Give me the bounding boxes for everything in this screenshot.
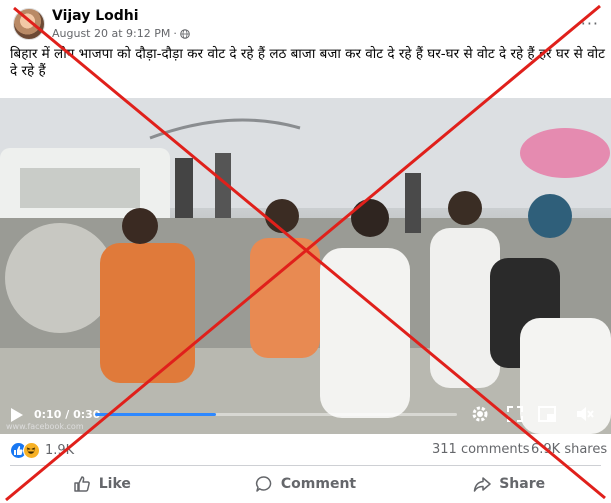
fullscreen-icon[interactable]	[505, 404, 525, 424]
reaction-count: 1.9K	[45, 443, 75, 458]
comments-count[interactable]: 311 comments	[432, 442, 529, 457]
video-time: 0:10 / 0:30	[34, 408, 100, 421]
video-watermark: www.facebook.com	[6, 422, 84, 431]
pip-icon[interactable]	[537, 404, 557, 424]
shares-count[interactable]: 6.9K shares	[531, 442, 607, 457]
volume-icon[interactable]	[575, 404, 595, 424]
progress-fill	[95, 413, 216, 416]
post-timestamp[interactable]: August 20 at 9:12 PM	[52, 27, 170, 40]
settings-icon[interactable]	[470, 404, 490, 424]
time-separator: /	[61, 408, 74, 421]
globe-icon	[180, 28, 190, 39]
progress-bar[interactable]	[95, 413, 457, 416]
more-icon[interactable]: ···	[581, 14, 599, 33]
play-icon[interactable]	[10, 407, 24, 423]
comment-icon	[255, 476, 272, 492]
video-frame	[0, 98, 611, 434]
haha-reaction-icon	[23, 442, 40, 459]
share-icon	[473, 477, 491, 492]
share-button[interactable]: Share	[407, 468, 611, 500]
comment-label: Comment	[280, 476, 357, 492]
avatar[interactable]	[13, 8, 45, 40]
author-name[interactable]: Vijay Lodhi	[52, 8, 139, 24]
divider	[10, 465, 601, 466]
comment-button[interactable]: Comment	[204, 468, 408, 500]
post-actions: Like Comment Share	[0, 468, 611, 500]
post-header: Vijay Lodhi August 20 at 9:12 PM · ···	[0, 0, 611, 44]
reactions[interactable]: 1.9K	[10, 442, 74, 459]
post-stats: 1.9K 311 comments 6.9K shares	[0, 438, 611, 464]
meta-separator: ·	[173, 27, 177, 40]
like-label: Like	[98, 476, 131, 492]
post-caption: बिहार में लोग भाजपा को दौड़ा-दौड़ा कर वो…	[10, 46, 605, 79]
video-player[interactable]	[0, 98, 611, 434]
like-button[interactable]: Like	[0, 468, 204, 500]
like-icon	[74, 476, 90, 492]
post-meta: August 20 at 9:12 PM ·	[52, 27, 190, 40]
share-label: Share	[499, 476, 546, 492]
current-time: 0:10	[34, 408, 62, 421]
